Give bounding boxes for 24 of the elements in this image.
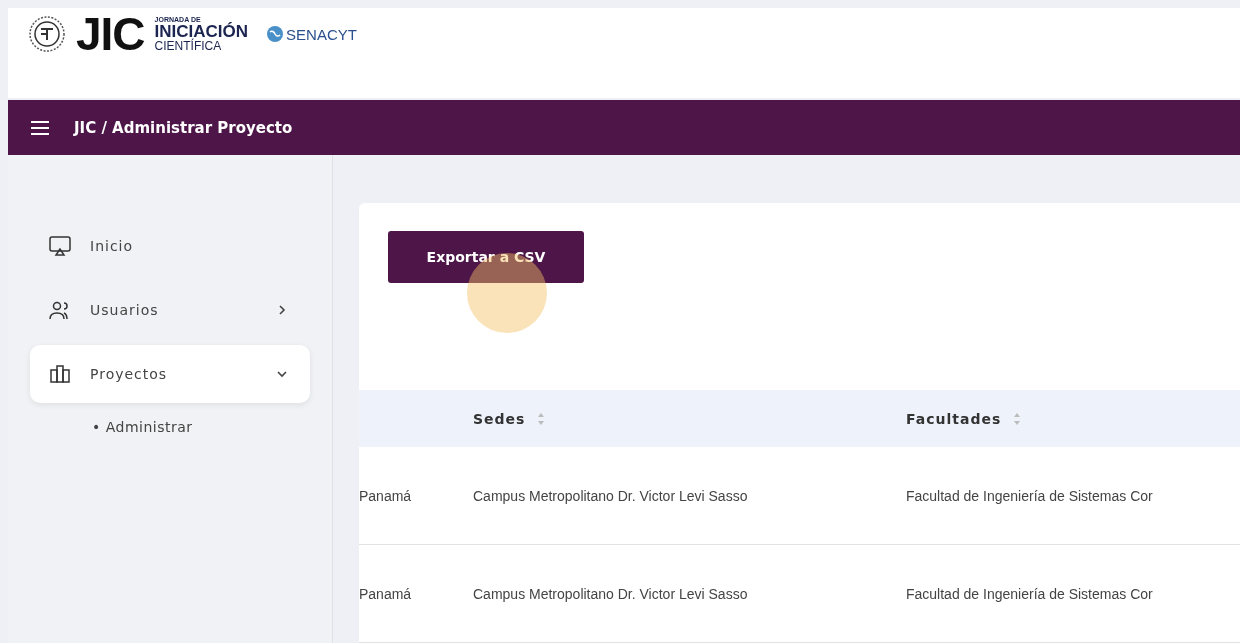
export-button[interactable]: Exportar a CSV: [388, 231, 584, 283]
sort-icon[interactable]: [537, 411, 546, 426]
partner-logo-text: SENACYT: [286, 25, 357, 43]
monitor-icon: [48, 234, 72, 258]
table-cell: Facultad de Ingeniería de Sistemas Cor: [906, 447, 1240, 545]
table-cell: Panamá: [359, 447, 473, 545]
sort-icon[interactable]: [1013, 411, 1022, 426]
table-cell: Facultad de Ingeniería de Sistemas Cor: [906, 545, 1240, 643]
table-cell: Panamá: [359, 545, 473, 643]
breadcrumb: JIC / Administrar Proyecto: [74, 118, 293, 137]
menu-icon[interactable]: [30, 119, 50, 136]
sidebar-item[interactable]: Inicio: [30, 217, 310, 275]
table-header: Facultades: [906, 390, 1240, 447]
emblem-icon: [28, 15, 66, 54]
sidebar-subitem[interactable]: • Administrar: [30, 409, 310, 435]
table-cell: Campus Metropolitano Dr. Victor Levi Sasso: [473, 447, 906, 545]
columns-icon: [48, 362, 72, 386]
logo-subtitle: CIENTÍFICA: [154, 40, 223, 53]
globe-icon: [266, 25, 285, 44]
table-cell: Campus Metropolitano Dr. Victor Levi Sasso: [473, 545, 906, 643]
logo-text: JIC: [76, 7, 145, 62]
sidebar-item[interactable]: Proyectos: [30, 345, 310, 403]
sidebar-item[interactable]: Usuarios: [30, 281, 310, 339]
table-header: Sedes: [473, 390, 906, 447]
